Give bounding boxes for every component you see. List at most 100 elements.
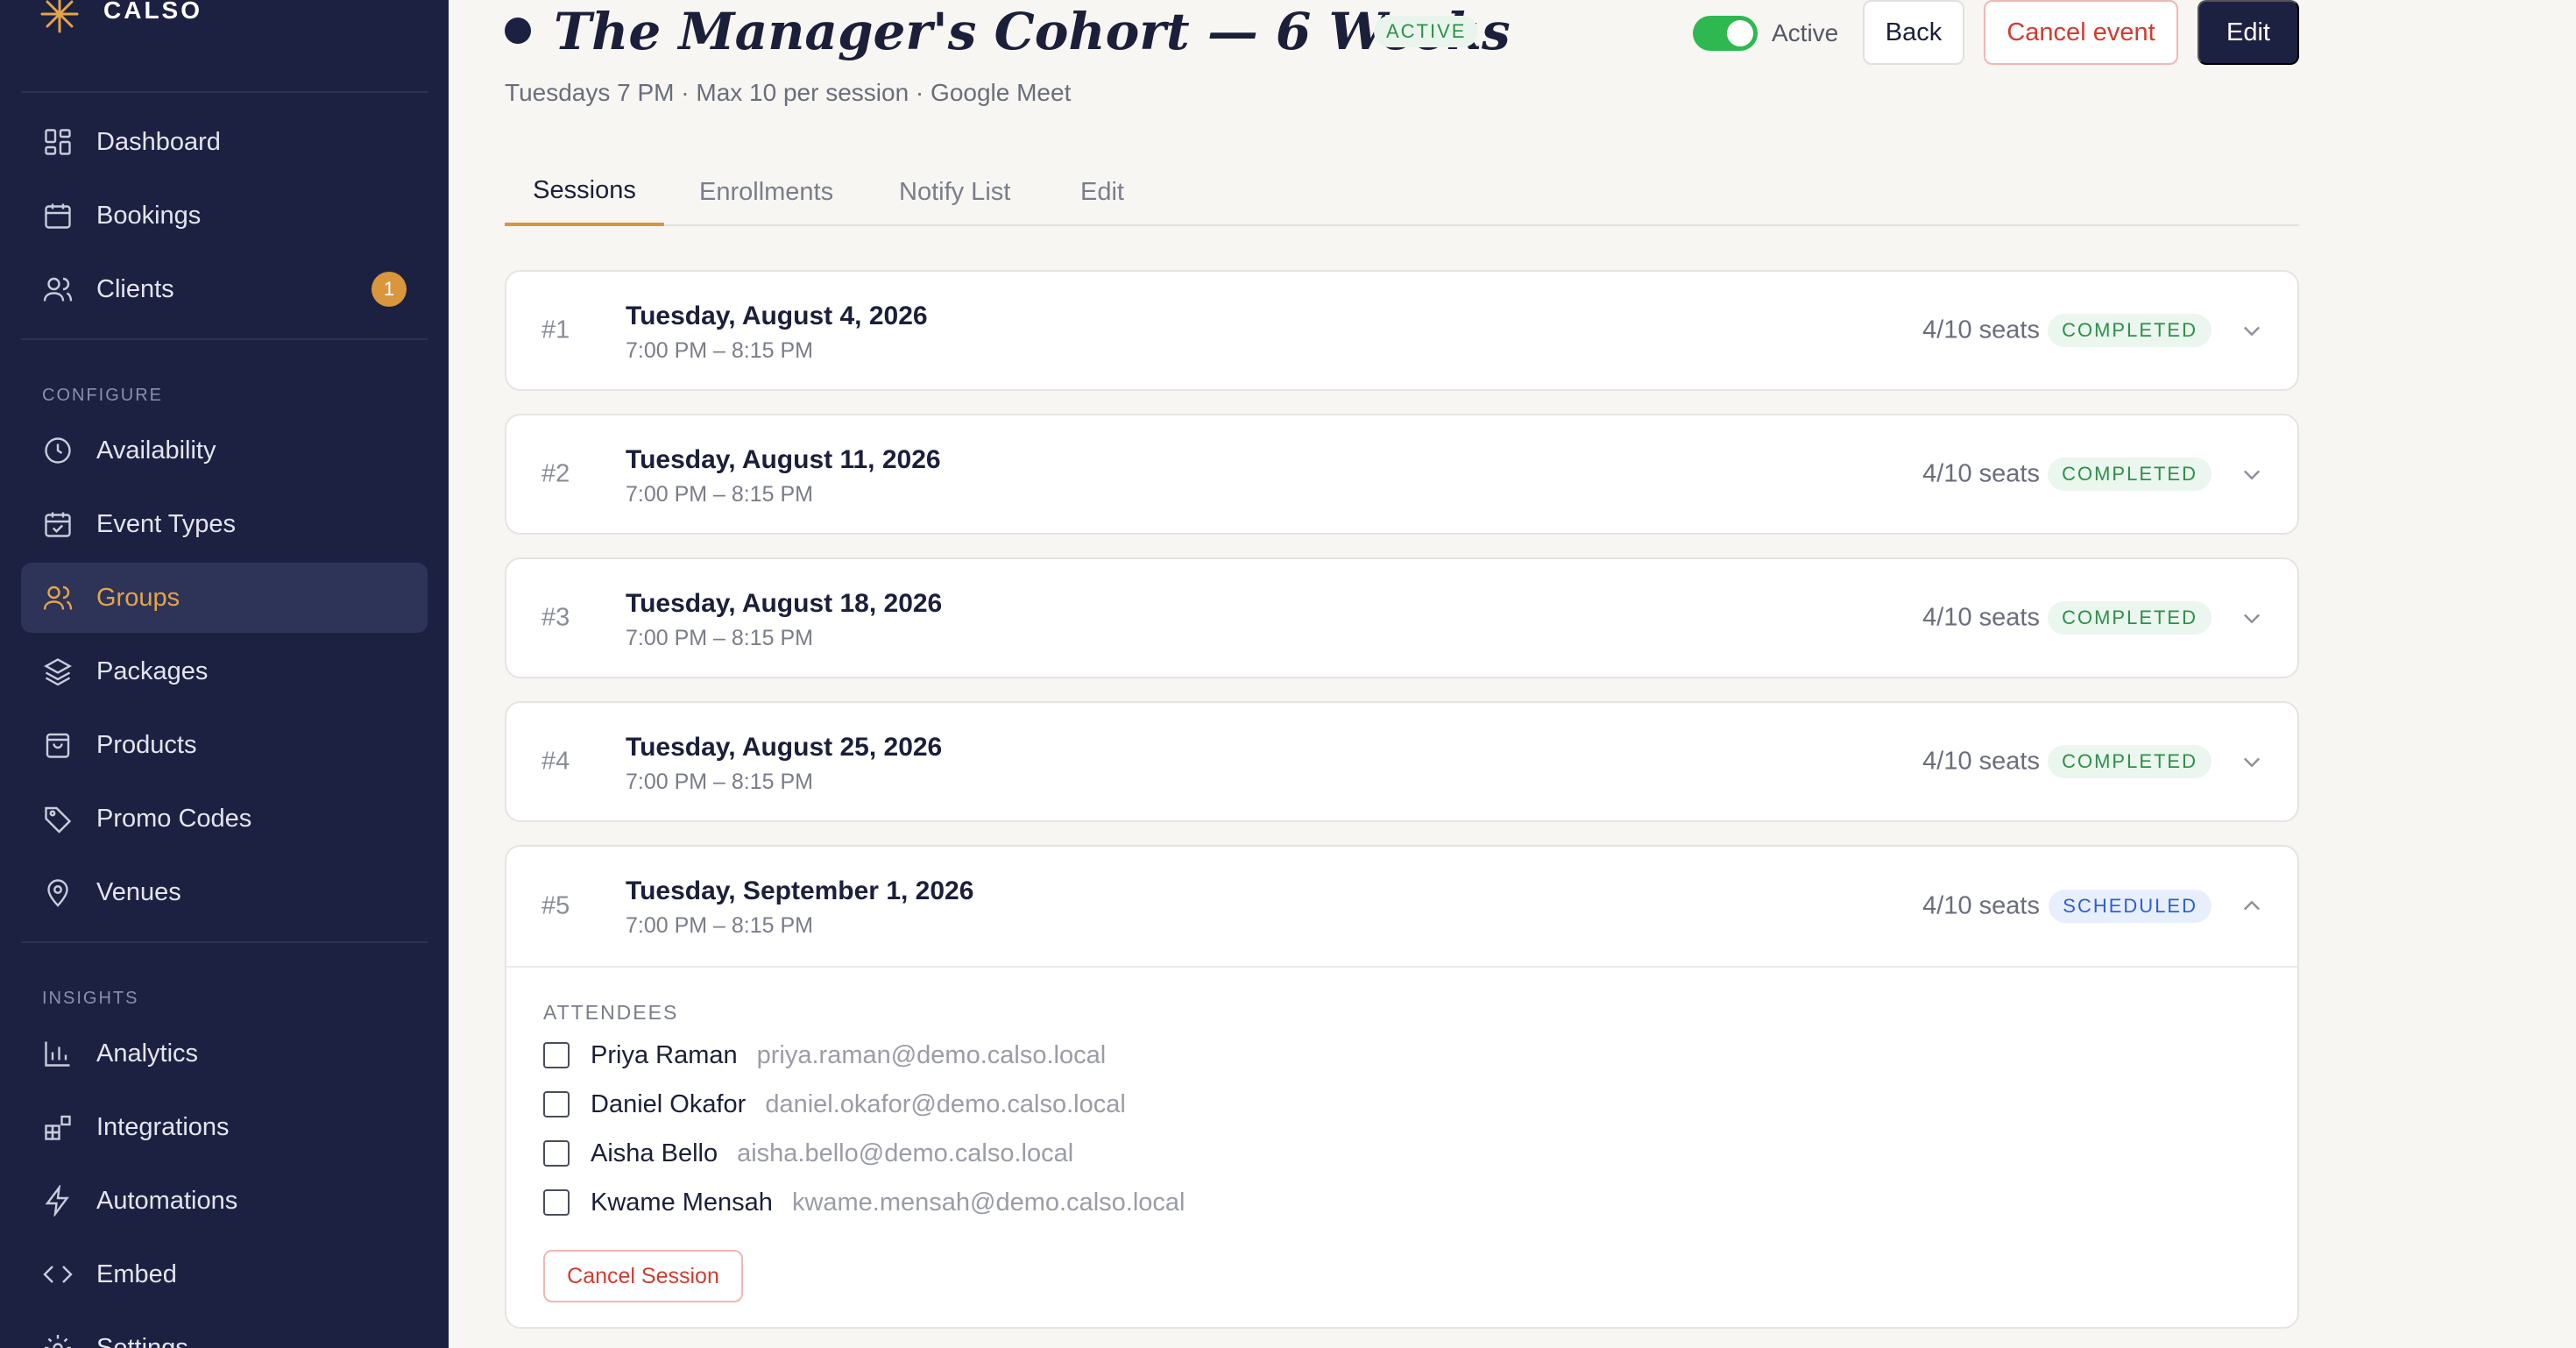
page-title: The Manager's Cohort — 6 Weeks	[554, 2, 1511, 61]
sidebar-item-integrations[interactable]: Integrations	[21, 1092, 428, 1162]
bar-chart-icon	[45, 1041, 70, 1067]
chevron-up-icon[interactable]	[2240, 894, 2264, 919]
attendee-email: priya.raman@demo.calso.local	[756, 1040, 1107, 1069]
session-status-badge: COMPLETED	[2048, 458, 2212, 491]
calendar-icon	[45, 203, 71, 229]
sidebar-item-label: Promo Codes	[96, 804, 252, 833]
attendee-checkbox[interactable]	[543, 1189, 570, 1216]
cancel-event-button[interactable]: Cancel event	[1984, 0, 2178, 65]
sidebar-item-bookings[interactable]: Bookings	[21, 181, 428, 251]
sidebar-item-automations[interactable]: Automations	[21, 1166, 428, 1236]
session-time: 7:00 PM – 8:15 PM	[626, 770, 814, 794]
sidebar-item-clients[interactable]: Clients 1	[21, 254, 428, 324]
edit-button[interactable]: Edit	[2197, 0, 2299, 65]
sidebar-item-availability[interactable]: Availability	[21, 415, 428, 486]
session-card-header[interactable]: #5 Tuesday, September 1, 2026 7:00 PM – …	[506, 847, 2297, 968]
attendee-email: kwame.mensah@demo.calso.local	[791, 1188, 1185, 1217]
attendee-row: Priya Raman priya.raman@demo.calso.local	[543, 1038, 1106, 1073]
session-date: Tuesday, August 18, 2026	[626, 589, 943, 618]
sidebar-item-label: Settings	[96, 1333, 188, 1348]
attendee-name: Priya Raman	[591, 1040, 738, 1069]
configure-section-label: CONFIGURE	[42, 386, 163, 405]
session-card-expanded: #5 Tuesday, September 1, 2026 7:00 PM – …	[505, 845, 2299, 1329]
session-card[interactable]: #3 Tuesday, August 18, 2026 7:00 PM – 8:…	[505, 557, 2299, 678]
chevron-down-icon[interactable]	[2240, 606, 2264, 630]
session-time: 7:00 PM – 8:15 PM	[626, 626, 814, 650]
attendee-checkbox[interactable]	[543, 1091, 570, 1117]
cancel-session-button[interactable]: Cancel Session	[543, 1250, 743, 1302]
sidebar-item-label: Availability	[96, 436, 216, 465]
session-time: 7:00 PM – 8:15 PM	[626, 482, 814, 507]
attendee-email: aisha.bello@demo.calso.local	[737, 1139, 1074, 1167]
sidebar-item-packages[interactable]: Packages	[21, 636, 428, 706]
session-seats: 4/10 seats	[1922, 459, 2040, 488]
sidebar-item-label: Dashboard	[96, 127, 221, 156]
sidebar-item-label: Event Types	[96, 509, 237, 538]
sidebar-item-label: Packages	[96, 656, 209, 685]
session-number: #3	[541, 603, 570, 632]
session-number: #5	[541, 891, 570, 920]
tab-notify-list[interactable]: Notify List	[899, 158, 1010, 226]
sidebar-item-analytics[interactable]: Analytics	[21, 1018, 428, 1089]
sidebar-item-settings[interactable]: Settings	[21, 1313, 428, 1348]
attendee-checkbox[interactable]	[543, 1042, 570, 1068]
attendee-checkbox[interactable]	[543, 1140, 570, 1167]
sidebar-item-venues[interactable]: Venues	[21, 857, 428, 927]
clock-icon	[45, 437, 71, 464]
tab-enrollments[interactable]: Enrollments	[699, 158, 833, 226]
lightning-icon	[45, 1185, 69, 1217]
layers-icon	[44, 658, 72, 686]
attendee-row: Aisha Bello aisha.bello@demo.calso.local	[543, 1136, 1073, 1171]
calendar-check-icon	[45, 512, 71, 537]
back-button[interactable]: Back	[1863, 0, 1964, 65]
sparkle-logo-icon	[40, 0, 79, 33]
session-number: #4	[541, 747, 570, 776]
users-icon	[43, 277, 73, 302]
event-color-dot	[505, 18, 531, 44]
sidebar: CALSO Dashboard Bookings Clients 1 CONFI…	[0, 0, 449, 1348]
sidebar-item-event-types[interactable]: Event Types	[21, 489, 428, 559]
session-date: Tuesday, August 25, 2026	[626, 733, 943, 762]
session-date: Tuesday, August 4, 2026	[626, 302, 928, 330]
sidebar-item-label: Groups	[96, 583, 180, 612]
tab-edit[interactable]: Edit	[1080, 158, 1124, 226]
sidebar-item-dashboard[interactable]: Dashboard	[21, 107, 428, 177]
session-status-badge: COMPLETED	[2048, 314, 2212, 347]
code-icon	[43, 1266, 73, 1283]
session-status-badge: SCHEDULED	[2049, 890, 2212, 923]
session-status-badge: COMPLETED	[2048, 745, 2212, 778]
session-card[interactable]: #4 Tuesday, August 25, 2026 7:00 PM – 8:…	[505, 701, 2299, 822]
sidebar-item-label: Clients	[96, 274, 174, 303]
session-date: Tuesday, September 1, 2026	[626, 876, 974, 905]
chevron-down-icon[interactable]	[2240, 749, 2264, 774]
attendees-label: ATTENDEES	[543, 1001, 679, 1024]
session-seats: 4/10 seats	[1922, 603, 2040, 632]
insights-section-label: INSIGHTS	[42, 989, 139, 1008]
active-toggle-label: Active	[1772, 19, 1839, 46]
tag-icon	[45, 806, 72, 834]
brand-name: CALSO	[103, 0, 202, 24]
event-subtitle: Tuesdays 7 PM · Max 10 per session · Goo…	[505, 79, 1072, 106]
sidebar-item-promo-codes[interactable]: Promo Codes	[21, 784, 428, 854]
gear-icon	[45, 1335, 71, 1348]
sidebar-item-groups[interactable]: Groups	[21, 563, 428, 633]
session-status-badge: COMPLETED	[2048, 601, 2212, 635]
chevron-down-icon[interactable]	[2240, 318, 2264, 343]
sidebar-item-embed[interactable]: Embed	[21, 1239, 428, 1309]
sidebar-item-label: Analytics	[96, 1039, 199, 1068]
sidebar-item-label: Embed	[96, 1259, 177, 1288]
session-seats: 4/10 seats	[1922, 747, 2040, 776]
status-badge: ACTIVE	[1374, 16, 1479, 47]
chevron-down-icon[interactable]	[2240, 462, 2264, 486]
clients-count-badge: 1	[372, 272, 407, 307]
attendee-name: Kwame Mensah	[591, 1188, 773, 1217]
session-number: #2	[541, 459, 570, 488]
session-card[interactable]: #2 Tuesday, August 11, 2026 7:00 PM – 8:…	[505, 414, 2299, 535]
sidebar-item-products[interactable]: Products	[21, 710, 428, 780]
active-toggle[interactable]	[1693, 16, 1758, 51]
tab-sessions[interactable]: Sessions	[505, 158, 664, 226]
session-card[interactable]: #1 Tuesday, August 4, 2026 7:00 PM – 8:1…	[505, 270, 2299, 391]
dashboard-icon	[45, 129, 71, 155]
brand[interactable]: CALSO	[40, 0, 202, 35]
users-icon	[43, 585, 73, 610]
